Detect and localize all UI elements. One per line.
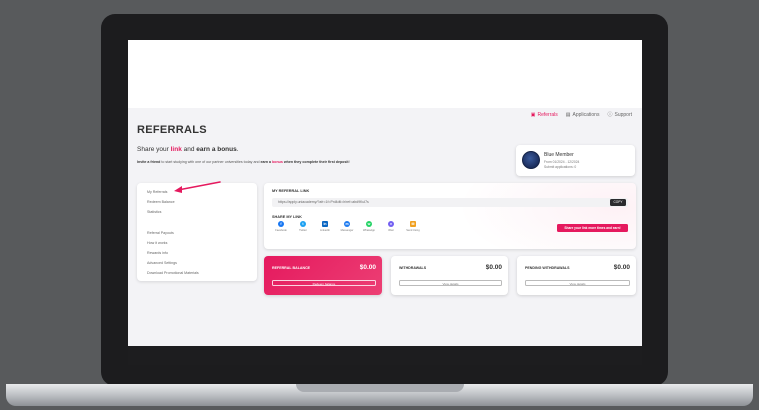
pending-view-details-button[interactable]: View details <box>525 280 630 286</box>
card-title: REFERRAL BALANCE <box>272 266 311 270</box>
sidebar-item-advanced-settings[interactable]: Advanced Settings <box>147 261 177 265</box>
sidebar-item-promotional-materials[interactable]: Download Promotional Materials <box>147 271 199 275</box>
messenger-icon: m <box>344 221 350 227</box>
share-viber[interactable]: v Viber <box>380 221 402 232</box>
membership-name: Blue Member <box>544 152 574 158</box>
document-icon: ▤ <box>565 111 571 118</box>
laptop-screen: ▣ Referrals ▤ Applications ⓘ Support REF… <box>128 40 642 365</box>
card-amount: $0.00 <box>613 264 630 271</box>
withdrawals-view-details-button[interactable]: View details <box>399 280 502 286</box>
share-facebook[interactable]: f Facebook <box>270 221 292 232</box>
page-description: Invite a friend to start studying with o… <box>137 160 350 164</box>
referral-balance-card: REFERRAL BALANCE $0.00 Redeem balance <box>264 256 382 295</box>
card-title: PENDING WITHDRAWALS <box>525 266 570 270</box>
share-buttons: f Facebook t Twitter in LinkedIn m Messe… <box>270 221 424 232</box>
laptop-notch <box>296 384 464 392</box>
share-twitter[interactable]: t Twitter <box>292 221 314 232</box>
screen-top-area <box>128 40 642 108</box>
page-title: REFERRALS <box>137 124 207 136</box>
sidebar-item-statistics[interactable]: Statistics <box>147 210 161 214</box>
share-whatsapp[interactable]: w WhatsApp <box>358 221 380 232</box>
nav-support[interactable]: ⓘ Support <box>607 112 632 118</box>
share-label: SHARE MY LINK <box>272 215 302 219</box>
sidebar-item-rewards-info[interactable]: Rewards info <box>147 251 168 255</box>
twitter-icon: t <box>300 221 306 227</box>
sidebar-item-redeem-balance[interactable]: Redeem Balance <box>147 200 175 204</box>
facebook-icon: f <box>278 221 284 227</box>
redeem-balance-button[interactable]: Redeem balance <box>272 280 376 286</box>
card-amount: $0.00 <box>359 264 376 271</box>
card-title: WITHDRAWALS <box>399 266 427 270</box>
referral-link-label: MY REFERRAL LINK <box>272 189 310 193</box>
panel-decoration <box>456 183 636 249</box>
membership-badge <box>522 151 540 169</box>
membership-card: Blue Member From 01/2024 - 12/2024 Submi… <box>516 145 635 176</box>
card-amount: $0.00 <box>485 264 502 271</box>
withdrawals-card: WITHDRAWALS $0.00 View details <box>391 256 508 295</box>
sidebar-item-my-referrals[interactable]: My Referrals <box>147 190 167 194</box>
membership-period: From 01/2024 - 12/2024 <box>544 160 580 164</box>
gift-icon: ▣ <box>530 111 536 118</box>
referral-sidebar: My Referrals Redeem Balance Statistics R… <box>137 183 257 281</box>
screen-bottom-bar <box>128 346 642 365</box>
email-icon: ✉ <box>410 221 416 227</box>
share-messenger[interactable]: m Messenger <box>336 221 358 232</box>
nav-referrals[interactable]: ▣ Referrals <box>531 112 558 118</box>
referrals-page: ▣ Referrals ▤ Applications ⓘ Support REF… <box>128 108 642 346</box>
viber-icon: v <box>388 221 394 227</box>
share-more-button[interactable]: Share your link more times and earn! <box>557 224 628 232</box>
copy-button[interactable]: COPY <box>610 199 626 206</box>
referral-link-panel: MY REFERRAL LINK https://apply.uniacadem… <box>264 183 636 249</box>
page-subtitle: Share your link and earn a bonus. <box>137 146 239 153</box>
annotation-arrow <box>174 181 221 193</box>
membership-applications: Submit applications: 0 <box>544 165 577 169</box>
referral-link-input[interactable]: https://apply.uniacademy/?afr=1f=Pnl4dtl… <box>272 198 628 207</box>
top-nav: ▣ Referrals ▤ Applications ⓘ Support <box>531 112 632 118</box>
whatsapp-icon: w <box>366 221 372 227</box>
linkedin-icon: in <box>322 221 328 227</box>
pending-withdrawals-card: PENDING WITHDRAWALS $0.00 View details <box>517 256 636 295</box>
share-linkedin[interactable]: in LinkedIn <box>314 221 336 232</box>
help-icon: ⓘ <box>607 111 613 118</box>
sidebar-item-referral-payouts[interactable]: Referral Payouts <box>147 231 174 235</box>
share-email[interactable]: ✉ Send Using <box>402 221 424 232</box>
sidebar-item-how-it-works[interactable]: How it works <box>147 241 167 245</box>
nav-applications[interactable]: ▤ Applications <box>566 112 600 118</box>
